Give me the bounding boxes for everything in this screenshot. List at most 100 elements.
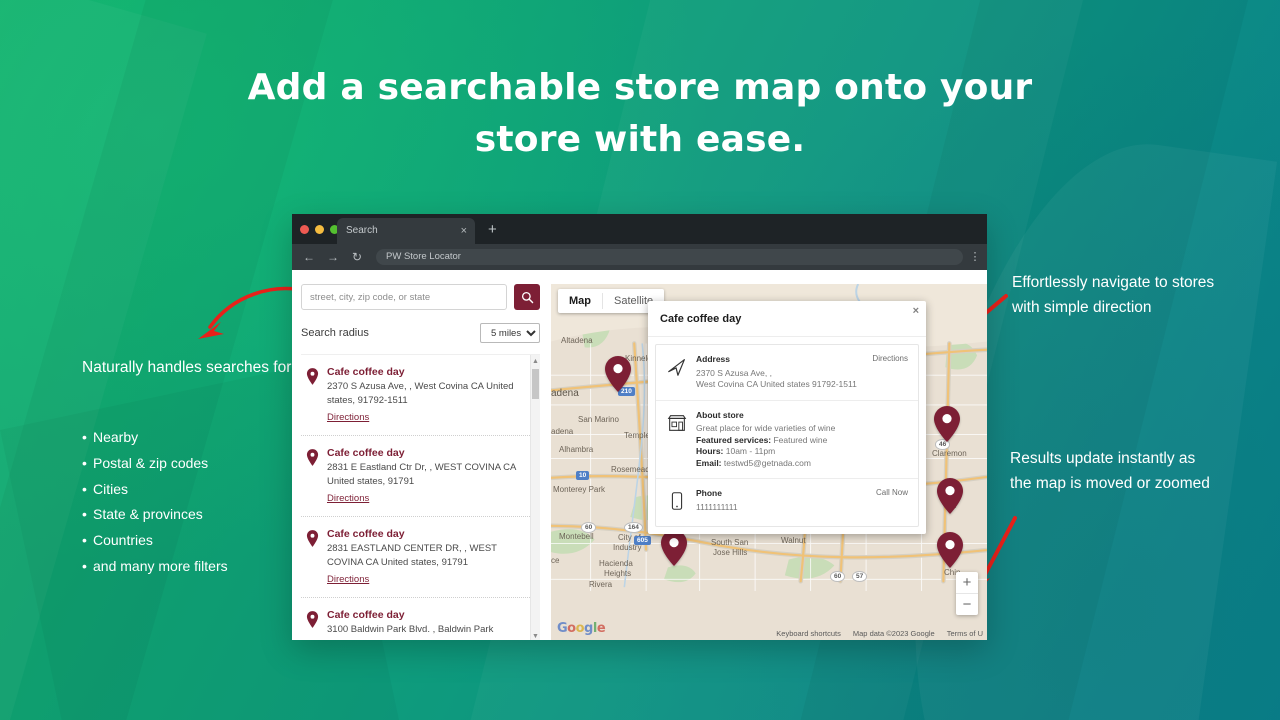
info-window[interactable]: Cafe coffee day × Address 2370 [648, 301, 926, 534]
address-bar[interactable]: PW Store Locator [376, 249, 963, 265]
map-marker-pin[interactable] [934, 406, 960, 447]
map-pin-icon [306, 528, 319, 587]
bullet-label: and many more filters [93, 558, 228, 574]
search-radius-label: Search radius [301, 327, 369, 339]
new-tab-button[interactable]: + [488, 220, 497, 239]
search-radius-select[interactable]: 5 miles 10 miles 25 miles 50 miles 100 m… [480, 323, 540, 343]
browser-titlebar: Search × + [292, 214, 987, 244]
map-canvas[interactable]: Map Satellite Mt WAltadenaKinneloa Mesaa… [551, 284, 987, 640]
bullet-item: •Nearby [82, 425, 322, 451]
map-place-label: Heights [604, 569, 631, 578]
close-icon[interactable]: × [913, 305, 919, 317]
email-value: testwd5@getnada.com [722, 458, 811, 468]
bullet-dot: • [82, 502, 93, 528]
about-text: Great place for wide varieties of wine [696, 423, 908, 435]
tab-close-icon[interactable]: × [461, 218, 467, 244]
scroll-down-icon[interactable]: ▼ [532, 632, 539, 640]
map-place-label: Montebell [559, 532, 594, 541]
map-place-label: ce [551, 556, 559, 565]
info-section-phone: Phone 1111111111 Call Now [656, 479, 918, 526]
bullet-label: Countries [93, 532, 153, 548]
list-item[interactable]: Cafe coffee day 2370 S Azusa Ave, , West… [301, 355, 540, 436]
page-content: Search radius 5 miles 10 miles 25 miles … [292, 270, 987, 640]
zoom-in-button[interactable]: + [956, 572, 978, 593]
map-place-label: adena [551, 427, 573, 436]
map-place-label: Temple [624, 431, 650, 440]
promo-banner: Add a searchable store map onto your sto… [0, 0, 1280, 720]
map-marker-pin[interactable] [605, 356, 631, 397]
info-card: Address 2370 S Azusa Ave, , West Covina … [655, 344, 919, 527]
back-icon[interactable]: ← [302, 250, 316, 264]
map-place-label: Walnut [781, 536, 806, 545]
about-label: About store [696, 410, 908, 422]
call-now-link[interactable]: Call Now [876, 488, 908, 497]
annotation-right-navigate: Effortlessly navigate to stores with sim… [1012, 270, 1222, 320]
keyboard-shortcuts-link[interactable]: Keyboard shortcuts [776, 629, 841, 638]
directions-link[interactable]: Directions [327, 574, 369, 585]
search-icon [521, 291, 534, 304]
scrollbar-thumb[interactable] [532, 369, 539, 399]
browser-tab[interactable]: Search × [337, 218, 475, 244]
search-input[interactable] [301, 284, 507, 310]
info-window-body: Address 2370 S Azusa Ave, , West Covina … [648, 337, 926, 534]
map-marker-pin[interactable] [937, 478, 963, 519]
list-item[interactable]: Cafe coffee day 2831 E Eastland Ctr Dr, … [301, 436, 540, 517]
map-marker-pin[interactable] [661, 530, 687, 571]
store-name: Cafe coffee day [327, 528, 526, 540]
close-window-icon[interactable] [300, 225, 309, 234]
window-controls[interactable] [300, 225, 339, 234]
map-type-map-button[interactable]: Map [558, 289, 602, 313]
phone-value: 1111111111 [696, 502, 908, 514]
google-logo: Google [557, 621, 605, 636]
map-marker-pin[interactable] [937, 532, 963, 573]
email-key: Email: [696, 458, 722, 468]
map-place-label: Altadena [561, 336, 593, 345]
results-scrollbar[interactable]: ▲ ▼ [530, 355, 540, 640]
bullet-item: •State & provinces [82, 502, 322, 528]
map-place-label: Rosemead [611, 465, 650, 474]
map-place-label: Rivera [589, 580, 612, 589]
address-line-1: 2370 S Azusa Ave, , [696, 368, 908, 380]
terms-link[interactable]: Terms of U [947, 629, 983, 638]
store-locator-panel: Search radius 5 miles 10 miles 25 miles … [292, 284, 548, 640]
annotation-left-bullets: •Nearby •Postal & zip codes •Cities •Sta… [82, 425, 322, 580]
map-zoom-controls[interactable]: + − [956, 572, 978, 615]
map-route-shield: 605 [634, 536, 651, 545]
zoom-out-button[interactable]: − [956, 594, 978, 615]
bullet-label: State & provinces [93, 506, 203, 522]
bullet-item: •Countries [82, 528, 322, 554]
scroll-up-icon[interactable]: ▲ [532, 357, 539, 366]
search-radius-row: Search radius 5 miles 10 miles 25 miles … [301, 323, 540, 343]
map-place-label: South San [711, 538, 748, 547]
store-name: Cafe coffee day [327, 609, 526, 621]
store-address: 2831 EASTLAND CENTER DR, , WEST COVINA C… [327, 542, 526, 569]
email-row: Email: testwd5@getnada.com [696, 458, 908, 470]
map-place-label: Hacienda [599, 559, 633, 568]
browser-menu-icon[interactable]: ⋮ [963, 252, 987, 263]
list-item[interactable]: Cafe coffee day 3100 Baldwin Park Blvd. … [301, 598, 540, 640]
directions-link[interactable]: Directions [872, 354, 908, 363]
directions-link[interactable]: Directions [327, 412, 369, 423]
browser-window: Search × + ← → ↻ PW Store Locator ⋮ [292, 214, 987, 640]
map-place-label: adena [551, 388, 579, 399]
bullet-item: •Postal & zip codes [82, 451, 322, 477]
bullet-dot: • [82, 451, 93, 477]
map-pin-icon [306, 366, 319, 425]
map-pin-icon [306, 609, 319, 637]
featured-services-key: Featured services: [696, 435, 771, 445]
minimize-window-icon[interactable] [315, 225, 324, 234]
info-window-title: Cafe coffee day [660, 313, 741, 325]
bullet-label: Cities [93, 481, 128, 497]
results-list[interactable]: Cafe coffee day 2370 S Azusa Ave, , West… [301, 354, 540, 640]
reload-icon[interactable]: ↻ [350, 250, 364, 264]
store-address: 2370 S Azusa Ave, , West Covina CA Unite… [327, 380, 526, 407]
map-place-label: San Marino [578, 415, 619, 424]
forward-icon[interactable]: → [326, 250, 340, 264]
search-button[interactable] [514, 284, 540, 310]
hours-row: Hours: 10am - 11pm [696, 446, 908, 458]
page-title: Add a searchable store map onto your sto… [190, 62, 1090, 166]
info-section-about: About store Great place for wide varieti… [656, 401, 918, 480]
arrow-left-icon [188, 283, 308, 345]
directions-link[interactable]: Directions [327, 493, 369, 504]
list-item[interactable]: Cafe coffee day 2831 EASTLAND CENTER DR,… [301, 517, 540, 598]
